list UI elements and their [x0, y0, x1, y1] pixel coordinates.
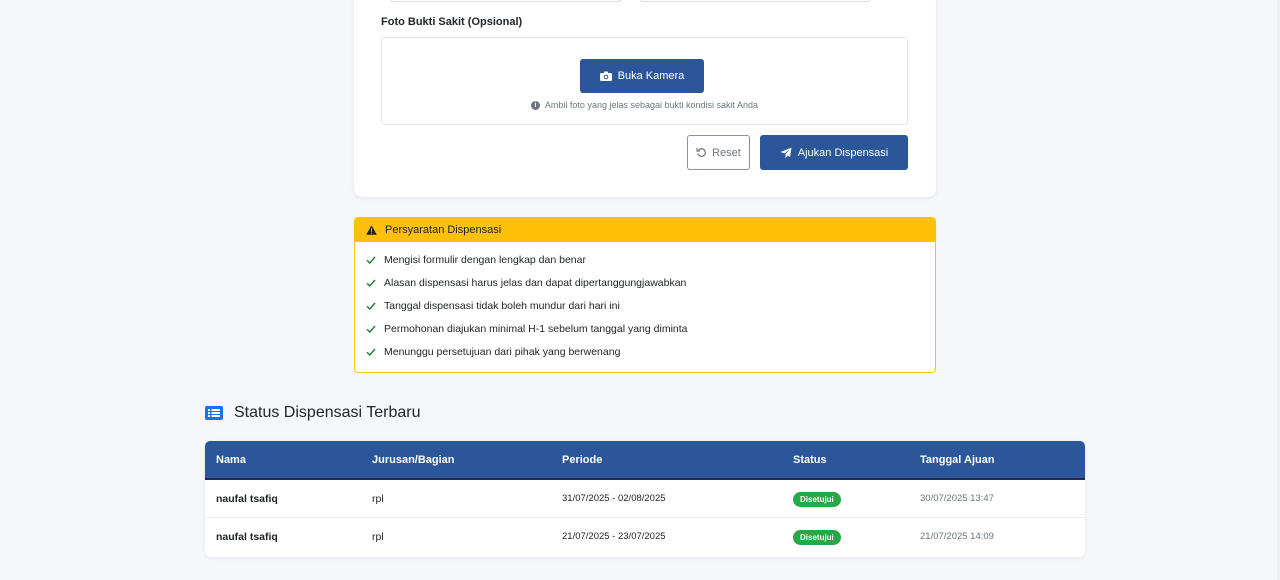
requirement-text: Menunggu persetujuan dari pihak yang ber…	[384, 345, 621, 358]
cell-jurusan: rpl	[372, 493, 384, 505]
requirement-item: Alasan dispensasi harus jelas dan dapat …	[366, 271, 935, 294]
requirements-header: Persyaratan Dispensasi	[355, 218, 935, 242]
camera-hint-text: Ambil foto yang jelas sebagai bukti kond…	[544, 100, 759, 110]
requirements-list: Mengisi formulir dengan lengkap dan bena…	[355, 242, 935, 363]
check-icon	[366, 256, 376, 264]
cell-periode: 31/07/2025 - 02/08/2025	[562, 493, 666, 504]
reset-label: Reset	[712, 146, 741, 159]
camera-hint: i Ambil foto yang jelas sebagai bukti ko…	[382, 100, 907, 110]
table-row: naufal tsafiq rpl 21/07/2025 - 23/07/202…	[205, 518, 1085, 556]
paper-plane-icon	[780, 147, 792, 158]
requirement-text: Alasan dispensasi harus jelas dan dapat …	[384, 276, 687, 289]
status-badge: Disetujui	[793, 530, 841, 545]
requirement-text: Mengisi formulir dengan lengkap dan bena…	[384, 253, 586, 266]
requirements-title: Persyaratan Dispensasi	[385, 224, 502, 236]
check-icon	[366, 279, 376, 287]
open-camera-button[interactable]: Buka Kamera	[580, 59, 704, 93]
cell-periode: 21/07/2025 - 23/07/2025	[562, 531, 666, 542]
cell-nama: naufal tsafiq	[216, 493, 278, 505]
cell-jurusan: rpl	[372, 531, 384, 543]
submit-label: Ajukan Dispensasi	[797, 146, 889, 159]
column-header-tanggal: Tanggal Ajuan	[920, 454, 995, 466]
cell-tanggal: 30/07/2025 13:47	[920, 493, 994, 504]
table-row: naufal tsafiq rpl 31/07/2025 - 02/08/202…	[205, 480, 1085, 518]
status-section-heading: Status Dispensasi Terbaru	[205, 404, 420, 422]
warning-icon	[366, 225, 377, 235]
requirements-card: Persyaratan Dispensasi Mengisi formulir …	[354, 217, 936, 373]
cell-tanggal: 21/07/2025 14:09	[920, 531, 994, 542]
form-input-left[interactable]	[390, 0, 622, 2]
requirement-text: Tanggal dispensasi tidak boleh mundur da…	[384, 299, 620, 312]
form-input-right[interactable]	[639, 0, 871, 2]
requirement-text: Permohonan diajukan minimal H-1 sebelum …	[384, 322, 688, 335]
column-header-status: Status	[793, 454, 827, 466]
check-icon	[366, 325, 376, 333]
undo-icon	[696, 148, 706, 157]
status-section-title: Status Dispensasi Terbaru	[234, 404, 421, 421]
photo-upload-area: Buka Kamera i Ambil foto yang jelas seba…	[381, 37, 908, 125]
column-header-nama: Nama	[216, 454, 246, 466]
column-header-periode: Periode	[562, 454, 603, 466]
foto-label: Foto Bukti Sakit (Opsional)	[381, 16, 523, 28]
reset-button[interactable]: Reset	[687, 135, 750, 170]
status-table: Nama Jurusan/Bagian Periode Status Tangg…	[205, 441, 1085, 557]
info-icon: i	[530, 100, 540, 110]
requirement-item: Tanggal dispensasi tidak boleh mundur da…	[366, 294, 935, 317]
camera-icon	[599, 71, 612, 81]
check-icon	[366, 302, 376, 310]
status-badge: Disetujui	[793, 492, 841, 507]
requirement-item: Mengisi formulir dengan lengkap dan bena…	[366, 248, 935, 271]
requirement-item: Permohonan diajukan minimal H-1 sebelum …	[366, 317, 935, 340]
list-icon	[205, 406, 223, 420]
table-header: Nama Jurusan/Bagian Periode Status Tangg…	[205, 441, 1085, 480]
submit-dispensation-button[interactable]: Ajukan Dispensasi	[760, 135, 908, 170]
cell-nama: naufal tsafiq	[216, 531, 278, 543]
requirement-item: Menunggu persetujuan dari pihak yang ber…	[366, 340, 935, 363]
open-camera-label: Buka Kamera	[617, 70, 685, 82]
column-header-jurusan: Jurusan/Bagian	[372, 454, 455, 466]
check-icon	[366, 348, 376, 356]
dispensation-form-card: Foto Bukti Sakit (Opsional) Buka Kamera …	[354, 0, 936, 197]
